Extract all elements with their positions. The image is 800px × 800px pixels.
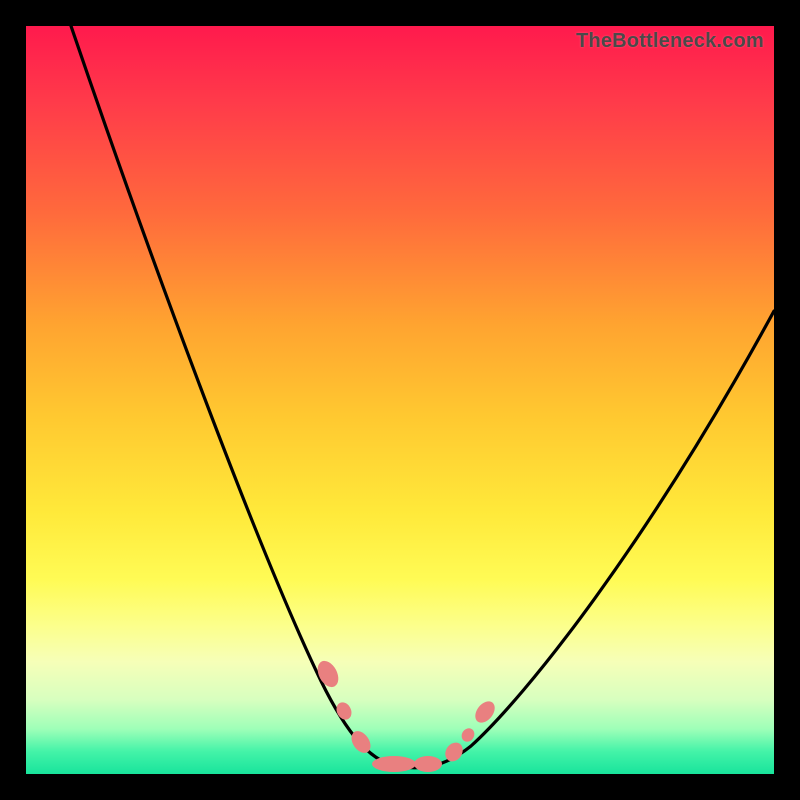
chart-frame: TheBottleneck.com [0, 0, 800, 800]
bottleneck-markers [313, 657, 498, 772]
marker-dot [334, 700, 355, 722]
curve-path [71, 26, 774, 768]
plot-area: TheBottleneck.com [26, 26, 774, 774]
bottleneck-curve [26, 26, 774, 774]
marker-dot [414, 756, 442, 772]
watermark-text: TheBottleneck.com [576, 30, 764, 53]
marker-dot [372, 756, 416, 772]
